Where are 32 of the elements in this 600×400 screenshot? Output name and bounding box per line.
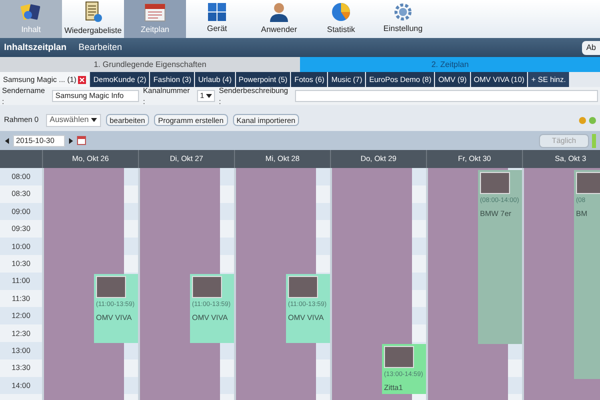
nav-item[interactable]: Statistik: [310, 0, 372, 38]
photo-placeholder: [384, 346, 414, 368]
view-toggle[interactable]: [592, 134, 596, 148]
dropdown-caret-icon: [206, 93, 212, 99]
photo-placeholder: [576, 172, 600, 194]
step: 1. Grundlegende Eigenschaften: [0, 57, 300, 72]
previous-icon[interactable]: [4, 138, 10, 144]
nav-item[interactable]: Anwender: [248, 0, 310, 38]
photo-placeholder: [480, 172, 510, 194]
window-panes-icon: [208, 3, 226, 21]
nav-item[interactable]: Gerät: [186, 0, 248, 38]
cards-icon: [20, 2, 42, 22]
select-field[interactable]: Auswählen: [46, 114, 101, 126]
header-button[interactable]: Ab: [582, 40, 600, 54]
nav-item[interactable]: Wiedergabeliste: [62, 0, 124, 38]
document-list-icon: [84, 1, 102, 23]
nav-item[interactable]: Einstellung: [372, 0, 434, 38]
next-icon[interactable]: [68, 138, 74, 144]
photo-placeholder: [96, 276, 126, 298]
settings-icon: [394, 3, 412, 21]
page-subtitle: Bearbeiten: [78, 40, 122, 54]
close-icon[interactable]: [78, 76, 86, 84]
user-icon: [270, 2, 288, 22]
calendar-icon: [144, 2, 166, 22]
step: 2. Zeitplan: [300, 57, 600, 72]
photo-placeholder: [192, 276, 222, 298]
calendar-icon[interactable]: [77, 136, 86, 145]
description-field[interactable]: [295, 90, 598, 102]
dropdown-caret-icon: [90, 117, 97, 123]
photo-placeholder: [288, 276, 318, 298]
page-title: Inhaltszeitplan: [4, 40, 67, 54]
pie-chart-icon: [331, 2, 351, 22]
